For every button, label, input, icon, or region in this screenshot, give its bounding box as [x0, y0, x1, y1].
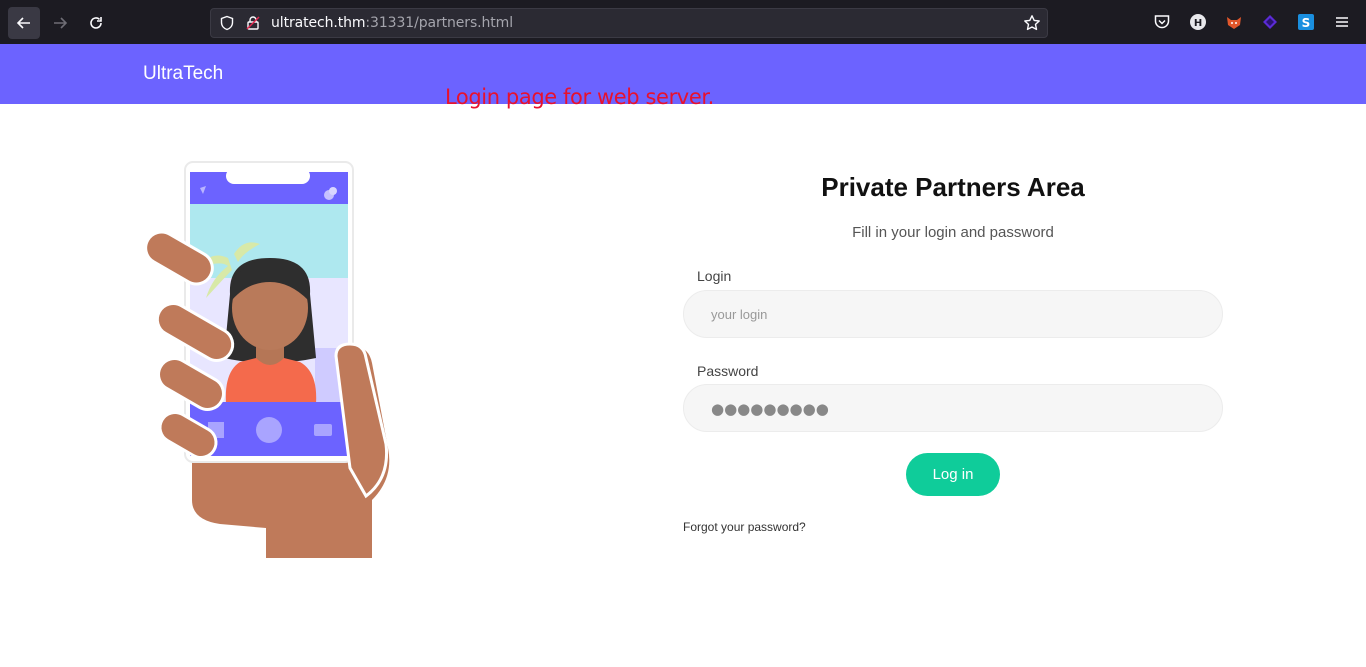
back-button[interactable] — [8, 7, 40, 39]
svg-text:H: H — [1194, 18, 1202, 29]
menu-icon[interactable] — [1332, 12, 1352, 32]
annotation-text: Login page for web server. — [445, 85, 714, 109]
address-bar[interactable]: ultratech.thm:31331/partners.html — [210, 8, 1048, 38]
phone-hand-illustration — [140, 158, 400, 568]
extension-fox-icon[interactable] — [1224, 12, 1244, 32]
forward-arrow-icon — [54, 17, 68, 29]
brand-logo[interactable]: UltraTech — [143, 63, 223, 85]
reload-button[interactable] — [80, 7, 112, 39]
form-title: Private Partners Area — [821, 172, 1085, 202]
shield-icon[interactable] — [219, 15, 235, 36]
password-label: Password — [697, 363, 759, 379]
forgot-password-link[interactable]: Forgot your password? — [683, 520, 806, 534]
extension-h-icon[interactable]: H — [1188, 12, 1208, 32]
login-input[interactable] — [683, 290, 1223, 338]
extension-s-icon[interactable]: S — [1296, 12, 1316, 32]
extension-purple-icon[interactable] — [1260, 12, 1280, 32]
bookmark-star-icon[interactable] — [1023, 14, 1041, 37]
form-subtitle: Fill in your login and password — [852, 224, 1054, 241]
url-text: ultratech.thm:31331/partners.html — [271, 15, 513, 31]
login-button[interactable]: Log in — [906, 453, 1000, 496]
svg-text:S: S — [1302, 16, 1311, 30]
lock-icon[interactable] — [245, 15, 261, 36]
forward-button[interactable] — [44, 7, 76, 39]
login-label: Login — [697, 268, 732, 284]
browser-toolbar: ultratech.thm:31331/partners.html H S — [0, 0, 1366, 44]
pocket-icon[interactable] — [1152, 12, 1172, 32]
back-arrow-icon — [16, 17, 30, 29]
reload-icon — [90, 17, 102, 29]
url-path: :31331/partners.html — [365, 15, 513, 31]
url-host: ultratech.thm — [271, 15, 366, 31]
password-value: ●●●●●●●●● — [711, 400, 829, 418]
